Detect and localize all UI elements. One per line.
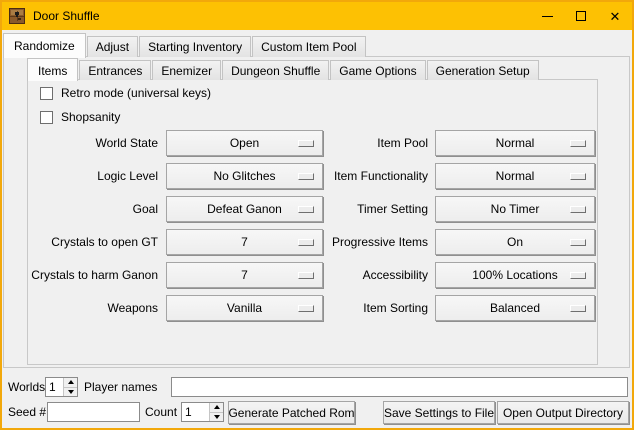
- crystals-ganon-label: Crystals to harm Ganon: [20, 262, 158, 288]
- worlds-label: Worlds: [8, 377, 45, 397]
- worlds-spin-buttons: [63, 378, 77, 396]
- dropdown-indicator-icon: [298, 272, 314, 279]
- tab-custom-item-pool[interactable]: Custom Item Pool: [252, 36, 365, 57]
- count-spin-up-button[interactable]: [210, 403, 223, 412]
- arrow-down-icon: [214, 415, 220, 419]
- dropdown-indicator-icon: [570, 173, 586, 180]
- tab-entrances[interactable]: Entrances: [79, 60, 151, 80]
- item-functionality-label: Item Functionality: [318, 163, 428, 189]
- timer-setting-label: Timer Setting: [318, 196, 428, 222]
- retro-mode-checkbox[interactable]: [40, 87, 53, 100]
- dropdown-indicator-icon: [298, 206, 314, 213]
- arrow-up-icon: [214, 405, 220, 409]
- arrow-up-icon: [68, 380, 74, 384]
- tab-enemizer[interactable]: Enemizer: [152, 60, 221, 80]
- item-pool-dropdown[interactable]: Normal: [435, 130, 595, 156]
- dropdown-indicator-icon: [570, 140, 586, 147]
- tab-adjust[interactable]: Adjust: [87, 36, 138, 57]
- generate-patched-rom-button[interactable]: Generate Patched Rom: [228, 401, 355, 424]
- logic-level-label: Logic Level: [20, 163, 158, 189]
- tab-generation-setup[interactable]: Generation Setup: [427, 60, 539, 80]
- player-names-input[interactable]: [171, 377, 628, 397]
- count-spin-down-button[interactable]: [210, 412, 223, 422]
- titlebar[interactable]: Door Shuffle ✕: [2, 2, 632, 30]
- dropdown-indicator-icon: [298, 140, 314, 147]
- shopsanity-option[interactable]: Shopsanity: [40, 110, 120, 124]
- goal-label: Goal: [20, 196, 158, 222]
- count-label: Count: [145, 402, 177, 422]
- tab-items[interactable]: Items: [27, 58, 78, 81]
- close-icon: ✕: [610, 10, 621, 23]
- count-input[interactable]: [182, 403, 209, 421]
- crystals-gt-label: Crystals to open GT: [20, 229, 158, 255]
- main-tabstrip: Randomize Adjust Starting Inventory Cust…: [3, 32, 366, 57]
- progressive-items-dropdown[interactable]: On: [435, 229, 595, 255]
- minimize-button[interactable]: [530, 2, 564, 30]
- seed-input[interactable]: [47, 402, 140, 422]
- weapons-dropdown[interactable]: Vanilla: [166, 295, 323, 321]
- tab-starting-inventory[interactable]: Starting Inventory: [139, 36, 251, 57]
- dropdown-indicator-icon: [298, 173, 314, 180]
- crystals-ganon-dropdown[interactable]: 7: [166, 262, 323, 288]
- door-shuffle-window: Door Shuffle ✕ Randomize Adjust Starting…: [0, 0, 634, 430]
- open-output-directory-button[interactable]: Open Output Directory: [497, 401, 629, 424]
- world-state-dropdown[interactable]: Open: [166, 130, 323, 156]
- goal-dropdown[interactable]: Defeat Ganon: [166, 196, 323, 222]
- door-icon: [9, 8, 25, 24]
- shopsanity-label: Shopsanity: [61, 110, 120, 124]
- minimize-icon: [542, 16, 553, 17]
- weapons-label: Weapons: [20, 295, 158, 321]
- accessibility-dropdown[interactable]: 100% Locations: [435, 262, 595, 288]
- close-button[interactable]: ✕: [598, 2, 632, 30]
- dropdown-indicator-icon: [570, 206, 586, 213]
- accessibility-label: Accessibility: [318, 262, 428, 288]
- tab-dungeon-shuffle[interactable]: Dungeon Shuffle: [222, 60, 329, 80]
- count-spinner[interactable]: [181, 402, 224, 422]
- tab-randomize[interactable]: Randomize: [3, 33, 86, 58]
- worlds-spin-down-button[interactable]: [64, 387, 77, 397]
- logic-level-dropdown[interactable]: No Glitches: [166, 163, 323, 189]
- window-title: Door Shuffle: [33, 9, 100, 23]
- window-controls: ✕: [530, 2, 632, 30]
- shopsanity-checkbox[interactable]: [40, 111, 53, 124]
- player-names-label: Player names: [84, 377, 157, 397]
- maximize-icon: [576, 11, 586, 21]
- timer-setting-dropdown[interactable]: No Timer: [435, 196, 595, 222]
- item-sorting-dropdown[interactable]: Balanced: [435, 295, 595, 321]
- retro-mode-label: Retro mode (universal keys): [61, 86, 211, 100]
- dropdown-indicator-icon: [298, 239, 314, 246]
- crystals-gt-dropdown[interactable]: 7: [166, 229, 323, 255]
- progressive-items-label: Progressive Items: [318, 229, 428, 255]
- worlds-spinner[interactable]: [45, 377, 78, 397]
- tab-game-options[interactable]: Game Options: [330, 60, 425, 80]
- dropdown-indicator-icon: [570, 272, 586, 279]
- item-pool-label: Item Pool: [318, 130, 428, 156]
- item-functionality-dropdown[interactable]: Normal: [435, 163, 595, 189]
- sub-tabstrip: Items Entrances Enemizer Dungeon Shuffle…: [27, 57, 539, 80]
- worlds-spin-up-button[interactable]: [64, 378, 77, 387]
- dropdown-indicator-icon: [570, 305, 586, 312]
- maximize-button[interactable]: [564, 2, 598, 30]
- dropdown-indicator-icon: [570, 239, 586, 246]
- dropdown-indicator-icon: [298, 305, 314, 312]
- count-spin-buttons: [209, 403, 223, 421]
- save-settings-button[interactable]: Save Settings to File: [383, 401, 495, 424]
- seed-label: Seed #: [8, 402, 46, 422]
- world-state-label: World State: [20, 130, 158, 156]
- item-sorting-label: Item Sorting: [318, 295, 428, 321]
- retro-mode-option[interactable]: Retro mode (universal keys): [40, 86, 211, 100]
- arrow-down-icon: [68, 390, 74, 394]
- worlds-input[interactable]: [46, 378, 63, 396]
